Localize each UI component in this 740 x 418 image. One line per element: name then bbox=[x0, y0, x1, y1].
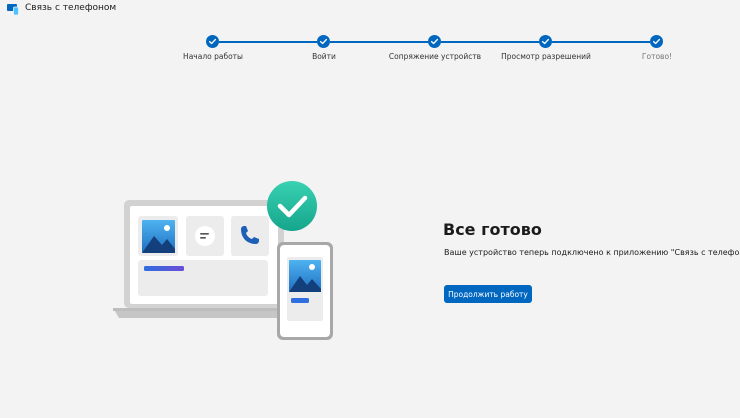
step-label-start: Начало работы bbox=[183, 52, 243, 61]
continue-button[interactable]: Продолжить работу bbox=[444, 285, 532, 303]
step-label-done: Готово! bbox=[641, 52, 673, 61]
photo-icon bbox=[142, 220, 175, 253]
step-complete-check-icon bbox=[317, 35, 330, 48]
step-connector bbox=[219, 41, 317, 43]
message-icon bbox=[195, 226, 215, 246]
app-title: Связь с телефоном bbox=[25, 3, 117, 13]
step-complete-check-icon bbox=[650, 35, 663, 48]
connected-devices-illustration bbox=[113, 181, 333, 340]
step-complete-check-icon bbox=[428, 35, 441, 48]
title-bar: Связь с телефоном bbox=[0, 0, 740, 18]
step-label-permissions: Просмотр разрешений bbox=[501, 52, 591, 61]
step-complete-check-icon bbox=[206, 35, 219, 48]
phone-icon bbox=[277, 242, 333, 340]
progress-bar-graphic bbox=[144, 266, 184, 271]
step-connector bbox=[552, 41, 650, 43]
step-label-sign-in: Войти bbox=[312, 52, 336, 61]
phone-link-app-icon bbox=[7, 4, 19, 15]
step-connector bbox=[441, 41, 539, 43]
step-label-pairing: Сопряжение устройств bbox=[388, 52, 482, 61]
success-check-icon bbox=[267, 181, 317, 231]
progress-stepper: Начало работы Войти Сопряжение устройств… bbox=[0, 34, 740, 70]
connection-description: Ваше устройство теперь подключено к прил… bbox=[444, 248, 740, 257]
step-connector bbox=[330, 41, 428, 43]
step-complete-check-icon bbox=[539, 35, 552, 48]
page-title: Все готово bbox=[443, 220, 542, 239]
